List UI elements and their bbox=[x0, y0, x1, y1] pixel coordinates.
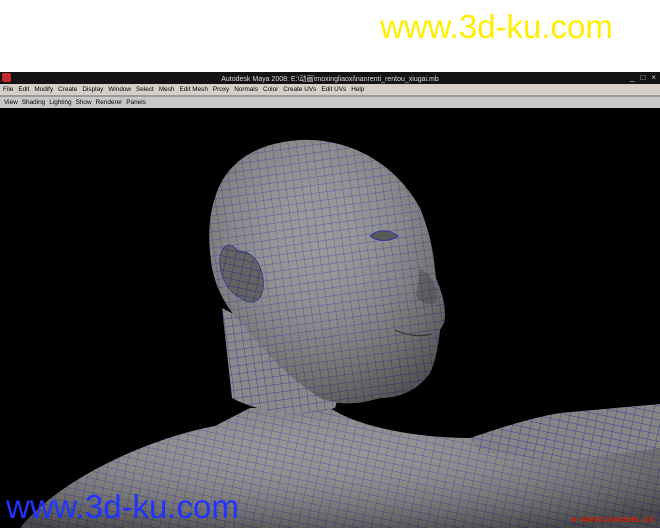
maya-window: Autodesk Maya 2008: E:\动画\moxingliaoxi\n… bbox=[0, 72, 660, 528]
menu-proxy[interactable]: Proxy bbox=[213, 86, 229, 93]
menu-mesh[interactable]: Mesh bbox=[159, 86, 175, 93]
maximize-icon[interactable]: □ bbox=[640, 73, 645, 82]
panel-menu-show[interactable]: Show bbox=[76, 99, 92, 106]
title-bar: Autodesk Maya 2008: E:\动画\moxingliaoxi\n… bbox=[0, 72, 660, 84]
main-menubar: File Edit Modify Create Display Window S… bbox=[0, 84, 660, 95]
head-wireframe-model bbox=[20, 139, 660, 528]
menu-select[interactable]: Select bbox=[136, 86, 154, 93]
menu-help[interactable]: Help bbox=[351, 86, 364, 93]
menu-window[interactable]: Window bbox=[108, 86, 131, 93]
perspective-viewport[interactable] bbox=[0, 108, 660, 528]
panel-menu-view[interactable]: View bbox=[4, 99, 18, 106]
window-controls: _ □ × bbox=[630, 73, 656, 82]
menu-modify[interactable]: Modify bbox=[34, 86, 53, 93]
menu-edit-mesh[interactable]: Edit Mesh bbox=[179, 86, 207, 93]
arm-mesh bbox=[470, 404, 660, 460]
watermark-top: www.3d-ku.com bbox=[380, 8, 613, 45]
watermark-bottom: www.3d-ku.com bbox=[6, 488, 239, 525]
menu-edit[interactable]: Edit bbox=[18, 86, 29, 93]
panel-menubar: View Shading Lighting Show Renderer Pane… bbox=[0, 97, 660, 108]
menu-file[interactable]: File bbox=[3, 86, 13, 93]
menu-edit-uvs[interactable]: Edit UVs bbox=[321, 86, 346, 93]
window-title: Autodesk Maya 2008: E:\动画\moxingliaoxi\n… bbox=[221, 76, 439, 83]
menu-normals[interactable]: Normals bbox=[234, 86, 258, 93]
panel-menu-lighting[interactable]: Lighting bbox=[49, 99, 71, 106]
menu-color[interactable]: Color bbox=[263, 86, 278, 93]
watermark-cgmodel: ★ WWW.CGMODEL.CN bbox=[571, 515, 654, 524]
minimize-icon[interactable]: _ bbox=[630, 73, 634, 82]
close-icon[interactable]: × bbox=[651, 73, 656, 82]
panel-menu-panels[interactable]: Panels bbox=[126, 99, 146, 106]
panel-menu-shading[interactable]: Shading bbox=[22, 99, 45, 106]
panel-menu-renderer[interactable]: Renderer bbox=[96, 99, 123, 106]
menu-create-uvs[interactable]: Create UVs bbox=[283, 86, 316, 93]
menu-create[interactable]: Create bbox=[58, 86, 77, 93]
menu-display[interactable]: Display bbox=[82, 86, 103, 93]
